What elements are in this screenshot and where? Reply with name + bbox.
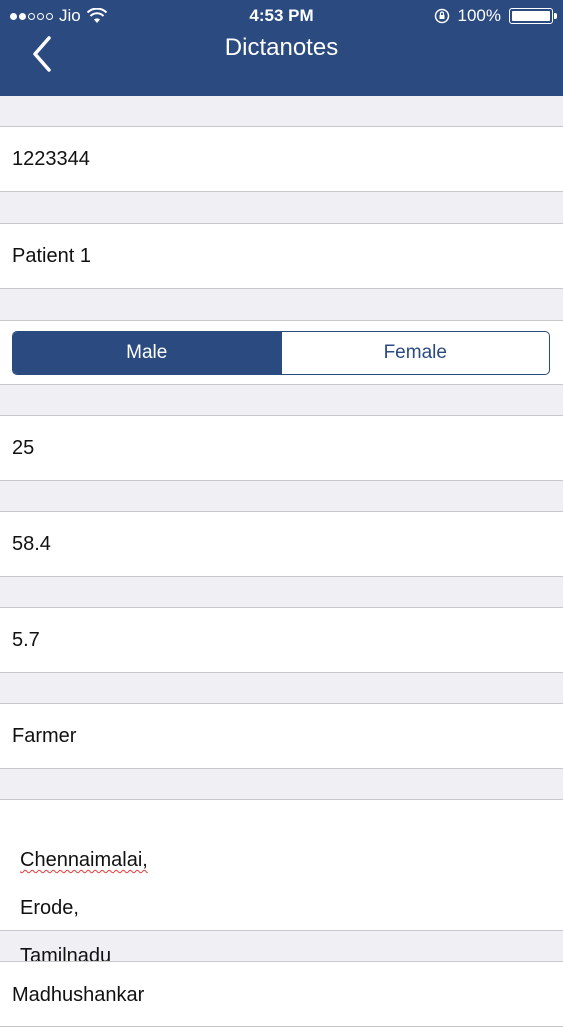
orientation-lock-icon — [434, 8, 449, 24]
age-value: 25 — [12, 436, 35, 459]
height-field[interactable]: 5.7 — [0, 607, 563, 673]
patient-id-value: 1223344 — [12, 147, 90, 170]
referred-by-value: Madhushankar — [12, 984, 145, 1006]
address-textarea[interactable]: Chennaimalai, Erode, Tamilnadu — [0, 799, 563, 967]
age-field[interactable]: 25 — [0, 415, 563, 481]
gender-option-female[interactable]: Female — [280, 332, 550, 374]
navigation-bar: Jio 4:53 PM 100% Dictanotes — [0, 0, 563, 96]
occupation-value: Farmer — [12, 724, 77, 747]
status-bar: Jio 4:53 PM 100% — [0, 0, 563, 32]
patient-id-field[interactable]: 1223344 — [0, 126, 563, 192]
address-line-2: Erode, — [20, 897, 79, 919]
gender-option-male[interactable]: Male — [13, 332, 281, 374]
gender-segmented-control: Male Female — [12, 331, 550, 375]
height-value: 5.7 — [12, 628, 40, 651]
battery-icon — [509, 8, 557, 24]
patient-name-field[interactable]: Patient 1 — [0, 223, 563, 289]
occupation-field[interactable]: Farmer — [0, 703, 563, 769]
referred-by-field[interactable]: Madhushankar — [0, 961, 563, 1027]
weight-value: 58.4 — [12, 532, 51, 555]
weight-field[interactable]: 58.4 — [0, 511, 563, 577]
page-title: Dictanotes — [224, 34, 339, 61]
address-line-1: Chennaimalai, — [20, 849, 148, 871]
battery-percentage: 100% — [457, 6, 501, 25]
patient-name-value: Patient 1 — [12, 244, 91, 267]
